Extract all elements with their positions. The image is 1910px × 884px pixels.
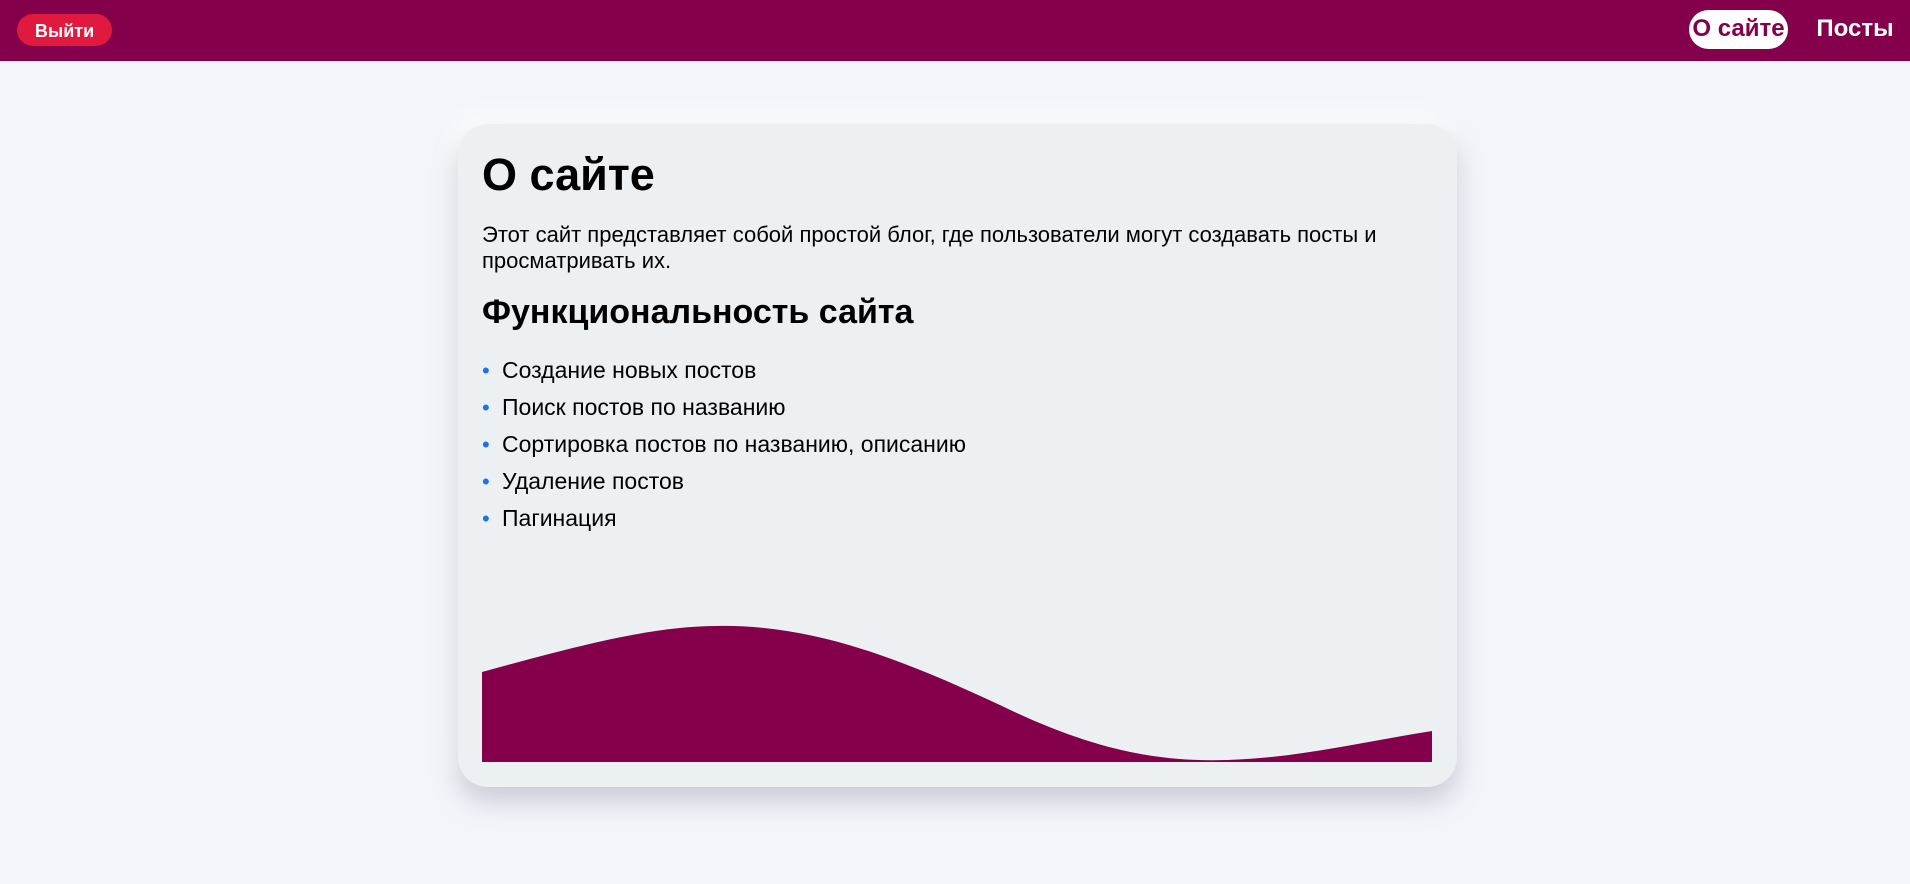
feature-item: • Сортировка постов по названию, описанию: [482, 429, 966, 466]
feature-item: • Создание новых постов: [482, 355, 966, 392]
feature-label: Пагинация: [502, 505, 617, 531]
bullet-icon: •: [482, 432, 490, 457]
feature-item: • Поиск постов по названию: [482, 392, 966, 429]
feature-item: • Пагинация: [482, 503, 966, 540]
nav-link-about[interactable]: О сайте: [1689, 10, 1788, 49]
logout-button[interactable]: Выйти: [17, 14, 112, 46]
page-title: О сайте: [482, 149, 655, 200]
wave-decoration-icon: [482, 625, 1432, 762]
nav-link-posts[interactable]: Посты: [1812, 10, 1898, 49]
about-card: О сайте Этот сайт представляет собой про…: [458, 124, 1457, 787]
feature-label: Удаление постов: [502, 468, 685, 494]
feature-label: Создание новых постов: [502, 357, 757, 383]
features-list: • Создание новых постов • Поиск постов по …: [482, 355, 966, 540]
feature-label: Поиск постов по названию: [502, 394, 786, 420]
bullet-icon: •: [482, 469, 490, 494]
bullet-icon: •: [482, 395, 490, 420]
site-description: Этот сайт представляет собой простой бло…: [482, 222, 1377, 273]
features-heading: Функциональность сайта: [482, 293, 914, 331]
feature-item: • Удаление постов: [482, 466, 966, 503]
bullet-icon: •: [482, 506, 490, 531]
feature-label: Сортировка постов по названию, описанию: [502, 431, 966, 457]
bullet-icon: •: [482, 358, 490, 383]
top-navbar: Выйти О сайте Посты: [0, 0, 1910, 61]
